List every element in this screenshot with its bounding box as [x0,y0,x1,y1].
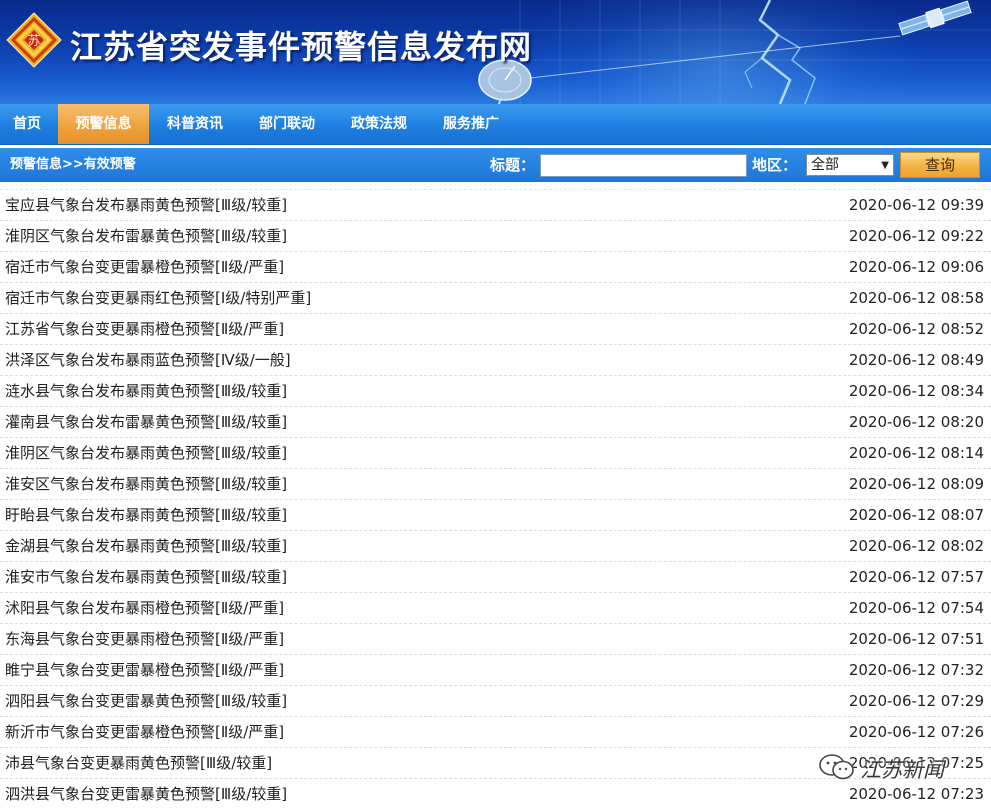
warning-timestamp: 2020-06-12 08:20 [848,413,984,431]
warning-title-link[interactable]: 宝应县气象台发布暴雨黄色预警[Ⅲ级/较重] [5,190,287,221]
warning-title-link[interactable]: 盱眙县气象台发布暴雨黄色预警[Ⅲ级/较重] [5,500,287,531]
warning-row[interactable]: 淮安区气象台发布暴雨黄色预警[Ⅲ级/较重] 2020-06-12 08:09 [0,468,991,499]
warning-row[interactable]: 沭阳县气象台发布暴雨橙色预警[Ⅱ级/严重] 2020-06-12 07:54 [0,592,991,623]
wechat-watermark: 江苏新闻 [818,748,988,788]
warning-timestamp: 2020-06-12 08:02 [848,537,984,555]
warning-timestamp: 2020-06-12 08:09 [848,475,984,493]
wechat-icon [819,754,854,780]
warning-row[interactable]: 睢宁县气象台变更雷暴橙色预警[Ⅱ级/严重] 2020-06-12 07:32 [0,654,991,685]
warning-timestamp: 2020-06-12 07:26 [848,723,984,741]
site-title: 江苏省突发事件预警信息发布网 [70,28,533,66]
warning-title-link[interactable]: 淮阴区气象台发布暴雨黄色预警[Ⅲ级/较重] [5,438,287,469]
warning-timestamp: 2020-06-12 08:49 [848,351,984,369]
warning-timestamp: 2020-06-12 09:22 [848,227,984,245]
warning-row[interactable]: 涟水县气象台发布暴雨黄色预警[Ⅲ级/较重] 2020-06-12 08:34 [0,375,991,406]
warning-row[interactable]: 江苏省气象台变更暴雨橙色预警[Ⅱ级/严重] 2020-06-12 08:52 [0,313,991,344]
warning-timestamp: 2020-06-12 07:32 [848,661,984,679]
warning-title-link[interactable]: 宿迁市气象台变更雷暴橙色预警[Ⅱ级/严重] [5,252,284,283]
warning-title-link[interactable]: 泗洪县气象台变更雷暴黄色预警[Ⅲ级/较重] [5,779,287,810]
warning-row[interactable]: 泗阳县气象台变更雷暴黄色预警[Ⅲ级/较重] 2020-06-12 07:29 [0,685,991,716]
warning-title-link[interactable]: 淮安区气象台发布暴雨黄色预警[Ⅲ级/较重] [5,469,287,500]
warning-title-link[interactable]: 淮安市气象台发布暴雨黄色预警[Ⅲ级/较重] [5,562,287,593]
warning-title-link[interactable]: 江苏省气象台变更暴雨橙色预警[Ⅱ级/严重] [5,314,284,345]
warning-list: 宝应县气象台发布暴雨黄色预警[Ⅲ级/较重] 2020-06-12 09:39 淮阴区… [0,189,991,809]
nav-item-departments[interactable]: 部门联动 [245,104,329,144]
warning-row[interactable]: 淮阴区气象台发布暴雨黄色预警[Ⅲ级/较重] 2020-06-12 08:14 [0,437,991,468]
warning-title-link[interactable]: 睢宁县气象台变更雷暴橙色预警[Ⅱ级/严重] [5,655,284,686]
warning-timestamp: 2020-06-12 09:06 [848,258,984,276]
warning-title-link[interactable]: 涟水县气象台发布暴雨黄色预警[Ⅲ级/较重] [5,376,287,407]
region-select-value: 全部 [811,157,839,173]
warning-title-link[interactable]: 东海县气象台变更暴雨橙色预警[Ⅱ级/严重] [5,624,284,655]
warning-row[interactable]: 盱眙县气象台发布暴雨黄色预警[Ⅲ级/较重] 2020-06-12 08:07 [0,499,991,530]
query-button[interactable]: 查询 [900,152,980,178]
warning-timestamp: 2020-06-12 08:14 [848,444,984,462]
satellite-icon [898,0,972,36]
logo-glyph: 苏 [27,33,40,49]
region-select[interactable]: 全部 ▼ [806,154,894,176]
warning-title-link[interactable]: 洪泽区气象台发布暴雨蓝色预警[Ⅳ级/一般] [5,345,291,376]
warning-row[interactable]: 宿迁市气象台变更雷暴橙色预警[Ⅱ级/严重] 2020-06-12 09:06 [0,251,991,282]
warning-row[interactable]: 淮阴区气象台发布雷暴黄色预警[Ⅲ级/较重] 2020-06-12 09:22 [0,220,991,251]
site-logo[interactable]: 苏 [6,12,62,68]
title-search-input[interactable] [540,154,747,177]
nav-item-warnings[interactable]: 预警信息 [58,104,149,144]
warning-timestamp: 2020-06-12 07:57 [848,568,984,586]
region-label: 地区： [752,156,798,174]
warning-title-link[interactable]: 沛县气象台变更暴雨黄色预警[Ⅲ级/较重] [5,748,272,779]
warning-title-link[interactable]: 泗阳县气象台变更雷暴黄色预警[Ⅲ级/较重] [5,686,287,717]
warning-title-link[interactable]: 宿迁市气象台变更暴雨红色预警[Ⅰ级/特别严重] [5,283,311,314]
site-banner: 苏 江苏省突发事件预警信息发布网 [0,0,991,104]
lightning-bolt [758,0,792,104]
warning-row[interactable]: 灌南县气象台发布雷暴黄色预警[Ⅲ级/较重] 2020-06-12 08:20 [0,406,991,437]
warning-timestamp: 2020-06-12 07:54 [848,599,984,617]
warning-row[interactable]: 金湖县气象台发布暴雨黄色预警[Ⅲ级/较重] 2020-06-12 08:02 [0,530,991,561]
warning-title-link[interactable]: 沭阳县气象台发布暴雨橙色预警[Ⅱ级/严重] [5,593,284,624]
warning-timestamp: 2020-06-12 08:07 [848,506,984,524]
nav-item-science[interactable]: 科普资讯 [153,104,237,144]
watermark-text: 江苏新闻 [860,758,944,782]
warning-row[interactable]: 淮安市气象台发布暴雨黄色预警[Ⅲ级/较重] 2020-06-12 07:57 [0,561,991,592]
warning-row[interactable]: 东海县气象台变更暴雨橙色预警[Ⅱ级/严重] 2020-06-12 07:51 [0,623,991,654]
nav-item-home[interactable]: 首页 [0,104,54,144]
warning-timestamp: 2020-06-12 08:52 [848,320,984,338]
warning-title-link[interactable]: 金湖县气象台发布暴雨黄色预警[Ⅲ级/较重] [5,531,287,562]
warning-timestamp: 2020-06-12 08:58 [848,289,984,307]
chevron-down-icon: ▼ [881,160,889,171]
warning-timestamp: 2020-06-12 07:29 [848,692,984,710]
warning-title-link[interactable]: 淮阴区气象台发布雷暴黄色预警[Ⅲ级/较重] [5,221,287,252]
title-label: 标题： [490,156,536,174]
search-bar: 预警信息>>有效预警 标题： 地区： 全部 ▼ 查询 [0,148,991,182]
warning-row[interactable]: 宝应县气象台发布暴雨黄色预警[Ⅲ级/较重] 2020-06-12 09:39 [0,189,991,220]
warning-timestamp: 2020-06-12 09:39 [848,196,984,214]
warning-row[interactable]: 宿迁市气象台变更暴雨红色预警[Ⅰ级/特别严重] 2020-06-12 08:58 [0,282,991,313]
nav-item-services[interactable]: 服务推广 [429,104,513,144]
warning-timestamp: 2020-06-12 08:34 [848,382,984,400]
warning-timestamp: 2020-06-12 07:51 [848,630,984,648]
warning-title-link[interactable]: 灌南县气象台发布雷暴黄色预警[Ⅲ级/较重] [5,407,287,438]
warning-row[interactable]: 新沂市气象台变更雷暴橙色预警[Ⅱ级/严重] 2020-06-12 07:26 [0,716,991,747]
nav-item-policy[interactable]: 政策法规 [337,104,421,144]
main-nav: 首页 预警信息 科普资讯 部门联动 政策法规 服务推广 [0,104,991,145]
warning-title-link[interactable]: 新沂市气象台变更雷暴橙色预警[Ⅱ级/严重] [5,717,284,748]
warning-row[interactable]: 洪泽区气象台发布暴雨蓝色预警[Ⅳ级/一般] 2020-06-12 08:49 [0,344,991,375]
breadcrumb[interactable]: 预警信息>>有效预警 [10,148,136,182]
